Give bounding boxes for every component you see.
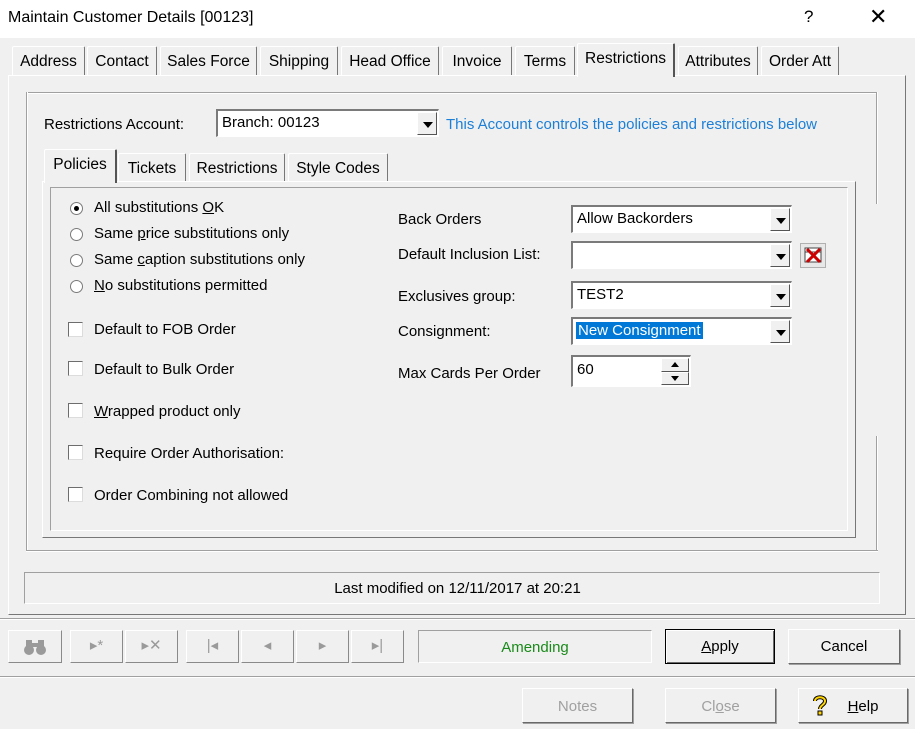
tab-sales-force[interactable]: Sales Force xyxy=(160,46,257,75)
checkbox-fob-order[interactable] xyxy=(68,322,83,337)
tab-attributes[interactable]: Attributes xyxy=(678,46,758,75)
subtab-style-codes[interactable]: Style Codes xyxy=(288,153,388,182)
group-frame-bottom xyxy=(26,550,878,552)
delete-record-button[interactable]: ▸✕ xyxy=(125,630,178,663)
max-cards-stepper[interactable]: 60 xyxy=(571,355,691,387)
restrictions-account-label: Restrictions Account: xyxy=(44,116,185,133)
consignment-select[interactable]: New Consignment xyxy=(571,317,792,345)
checkbox-order-combining-label: Order Combining not allowed xyxy=(94,487,289,504)
group-frame-top xyxy=(26,92,878,94)
subtab-restrictions[interactable]: Restrictions xyxy=(189,153,285,182)
tab-contact[interactable]: Contact xyxy=(87,46,157,75)
first-record-button[interactable]: |◂ xyxy=(186,630,239,663)
default-inclusion-list-label: Default Inclusion List: xyxy=(398,246,541,263)
default-inclusion-list-select[interactable] xyxy=(571,241,792,269)
find-button[interactable] xyxy=(8,630,62,663)
mode-status-text: Amending xyxy=(501,639,569,656)
radio-same-price-label: Same price substitutions only xyxy=(94,225,290,242)
chevron-down-icon[interactable] xyxy=(770,320,790,343)
notes-button[interactable]: Notes xyxy=(522,688,633,723)
subtab-tickets[interactable]: Tickets xyxy=(118,153,186,182)
radio-all-substitutions[interactable] xyxy=(70,202,83,215)
checkbox-wrapped-product[interactable] xyxy=(68,403,83,418)
chevron-down-icon[interactable] xyxy=(770,208,790,231)
checkbox-fob-order-label: Default to FOB Order xyxy=(94,321,236,338)
close-icon[interactable]: ✕ xyxy=(869,6,887,28)
max-cards-label: Max Cards Per Order xyxy=(398,365,541,382)
consignment-value: New Consignment xyxy=(576,322,703,339)
stepper-up-icon[interactable] xyxy=(661,358,689,372)
apply-button[interactable]: Apply xyxy=(665,629,775,664)
exclusives-group-value: TEST2 xyxy=(577,286,624,303)
restrictions-account-select[interactable]: Branch: 00123 xyxy=(216,109,439,137)
subtab-policies[interactable]: Policies xyxy=(44,149,117,183)
consignment-label: Consignment: xyxy=(398,323,491,340)
back-orders-value: Allow Backorders xyxy=(577,210,693,227)
checkbox-bulk-order-label: Default to Bulk Order xyxy=(94,361,235,378)
new-record-button[interactable]: ▸* xyxy=(70,630,123,663)
close-button[interactable]: Close xyxy=(665,688,776,723)
chevron-down-icon[interactable] xyxy=(417,112,437,135)
chevron-down-icon[interactable] xyxy=(770,244,790,267)
checkbox-require-authorisation-label: Require Order Authorisation: xyxy=(94,445,285,462)
tab-restrictions[interactable]: Restrictions xyxy=(577,43,675,77)
checkbox-require-authorisation[interactable] xyxy=(68,445,83,460)
prev-record-button[interactable]: ◂ xyxy=(241,630,294,663)
group-frame-right-upper xyxy=(876,92,878,204)
group-frame-right-lower xyxy=(876,436,878,552)
group-frame-left xyxy=(26,92,28,552)
tab-shipping[interactable]: Shipping xyxy=(260,46,338,75)
clear-list-icon xyxy=(804,247,822,264)
radio-no-substitutions[interactable] xyxy=(70,280,83,293)
help-icon[interactable]: ? xyxy=(804,7,813,27)
radio-same-caption[interactable] xyxy=(70,254,83,267)
radio-same-caption-label: Same caption substitutions only xyxy=(94,251,305,268)
radio-no-substitutions-label: No substitutions permitted xyxy=(94,277,268,294)
max-cards-value: 60 xyxy=(577,361,594,378)
tab-order-att[interactable]: Order Att xyxy=(761,46,839,75)
checkbox-bulk-order[interactable] xyxy=(68,361,83,376)
back-orders-select[interactable]: Allow Backorders xyxy=(571,205,792,233)
restrictions-account-note: This Account controls the policies and r… xyxy=(446,116,818,133)
restrictions-account-value: Branch: 00123 xyxy=(222,114,320,131)
bottom-separator xyxy=(0,618,915,620)
tab-head-office[interactable]: Head Office xyxy=(341,46,439,75)
window-title: Maintain Customer Details [00123] xyxy=(8,9,254,26)
stepper-down-icon[interactable] xyxy=(661,372,689,385)
cancel-button[interactable]: Cancel xyxy=(788,629,900,664)
radio-same-price[interactable] xyxy=(70,228,83,241)
footer-separator xyxy=(0,676,915,678)
exclusives-group-label: Exclusives group: xyxy=(398,288,516,305)
tab-invoice[interactable]: Invoice xyxy=(442,46,512,75)
clear-inclusion-list-button[interactable] xyxy=(800,243,826,268)
checkbox-order-combining[interactable] xyxy=(68,487,83,502)
tab-address[interactable]: Address xyxy=(12,46,85,75)
help-button[interactable]: Help xyxy=(798,688,908,723)
exclusives-group-select[interactable]: TEST2 xyxy=(571,281,792,309)
tab-terms[interactable]: Terms xyxy=(515,46,575,75)
chevron-down-icon[interactable] xyxy=(770,284,790,307)
back-orders-label: Back Orders xyxy=(398,211,482,228)
next-record-button[interactable]: ▸ xyxy=(296,630,349,663)
last-modified-text: Last modified on 12/11/2017 at 20:21 xyxy=(334,580,581,597)
binoculars-icon xyxy=(24,640,46,655)
last-record-button[interactable]: ▸| xyxy=(351,630,404,663)
radio-all-substitutions-label: All substitutions OK xyxy=(94,199,225,216)
checkbox-wrapped-product-label: Wrapped product only xyxy=(94,403,241,420)
